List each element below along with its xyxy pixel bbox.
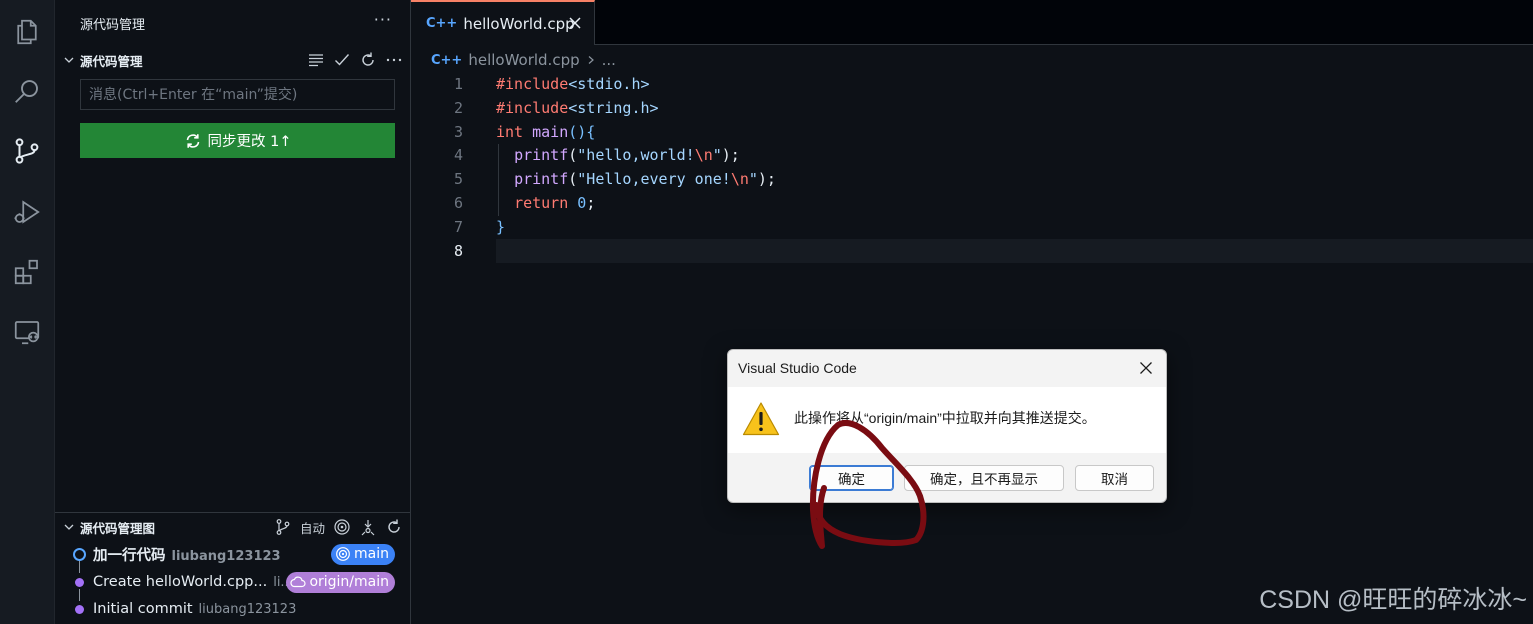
line-number: 3 [453, 123, 463, 141]
line-number: 2 [453, 99, 463, 117]
line-number: 8 [453, 242, 463, 260]
view-as-list-icon[interactable] [307, 51, 325, 69]
cancel-button[interactable]: 取消 [1075, 465, 1154, 491]
confirm-dialog: Visual Studio Code 此操作将从“origin/main”中拉取… [727, 349, 1167, 503]
graph-commit-row[interactable]: Create helloWorld.cpp... li... origin/mai… [55, 569, 411, 595]
code-line[interactable]: 3 int main(){ [411, 120, 1533, 144]
sync-changes-button[interactable]: 同步更改 1↑ [80, 123, 395, 158]
editor-area: C++ helloWorld.cpp C++ helloWorld.cpp ..… [411, 0, 1533, 624]
code-text: #include<string.h> [496, 99, 659, 117]
activity-bar [0, 0, 55, 624]
code-text: } [496, 218, 506, 236]
scm-section-label: 源代码管理 [80, 53, 143, 69]
extensions-icon[interactable] [9, 254, 45, 290]
commit-message: 加一行代码 liubang123123 [93, 547, 281, 564]
refresh-icon[interactable] [385, 518, 403, 536]
cloud-icon [290, 576, 306, 588]
chevron-right-icon [588, 56, 594, 64]
sidebar-title: 源代码管理 [80, 18, 146, 33]
graph-commit-row[interactable]: 加一行代码 liubang123123 main [55, 541, 411, 567]
target-icon[interactable] [333, 518, 351, 536]
chevron-down-icon [64, 524, 74, 530]
cpp-file-icon: C++ [426, 16, 458, 31]
code-line[interactable]: 1 #include<stdio.h> [411, 72, 1533, 96]
graph-section-label: 源代码管理图 [80, 520, 156, 536]
branch-badge: main [331, 543, 395, 565]
refresh-icon[interactable] [359, 51, 377, 69]
tab-helloworld-cpp[interactable]: C++ helloWorld.cpp [411, 0, 595, 45]
sync-button-label: 同步更改 1↑ [207, 134, 292, 150]
line-number: 1 [453, 75, 463, 93]
graph-commit-row[interactable]: Initial commit liubang123123 [55, 596, 411, 622]
csdn-watermark: CSDN @旺旺的碎冰冰~ [1259, 586, 1527, 614]
search-icon[interactable] [9, 73, 45, 109]
chevron-down-icon [64, 57, 74, 63]
code-text: #include<stdio.h> [496, 75, 650, 93]
code-text: int main(){ [496, 123, 596, 141]
commit-dot [75, 604, 84, 614]
code-line[interactable]: 6 return 0; [411, 191, 1533, 215]
warning-icon [742, 402, 780, 436]
dialog-body: 此操作将从“origin/main”中拉取并向其推送提交。 [728, 387, 1166, 453]
code-text: printf("hello,world!\n"); [514, 146, 740, 164]
commit-dot [75, 577, 84, 587]
remote-explorer-icon[interactable] [9, 314, 45, 350]
more-actions-icon[interactable]: ··· [374, 10, 392, 29]
tab-label: helloWorld.cpp [463, 14, 575, 33]
dialog-title: Visual Studio Code [738, 360, 857, 376]
remote-branch-badge: origin/main [286, 571, 395, 593]
graph-section-header[interactable]: 源代码管理图 自动 [55, 515, 411, 539]
code-line[interactable]: 5 printf("Hello,every one!\n"); [411, 167, 1533, 191]
source-control-sidebar: 源代码管理 ··· 源代码管理 同步更改 1↑ 源代码管理图 自动 [55, 0, 411, 624]
close-icon[interactable] [1138, 360, 1154, 376]
line-number: 7 [453, 218, 463, 236]
more-actions-icon[interactable] [385, 51, 403, 69]
breadcrumb-more[interactable]: ... [602, 51, 616, 69]
target-icon [336, 547, 350, 561]
auto-label[interactable]: 自动 [300, 518, 325, 537]
ok-dont-show-again-button[interactable]: 确定，且不再显示 [904, 465, 1064, 491]
sync-icon [186, 133, 199, 148]
commit-check-icon[interactable] [333, 51, 351, 69]
branch-icon[interactable] [274, 518, 292, 536]
code-text: return 0; [514, 194, 596, 212]
code-line[interactable]: 7 } [411, 215, 1533, 239]
commit-dot [73, 547, 86, 561]
commit-author: liubang123123 [171, 548, 281, 564]
close-icon[interactable] [566, 14, 584, 32]
code-line[interactable]: 4 printf("hello,world!\n"); [411, 143, 1533, 167]
scm-section-header[interactable]: 源代码管理 [55, 48, 411, 72]
ok-button[interactable]: 确定 [809, 465, 894, 491]
source-control-graph: 源代码管理图 自动 加一行代码 liubang123123 main Create… [55, 512, 411, 624]
code-line[interactable]: 2 #include<string.h> [411, 96, 1533, 120]
line-number: 5 [453, 170, 463, 188]
line-number: 6 [453, 194, 463, 212]
fetch-icon[interactable] [359, 518, 377, 536]
explorer-icon[interactable] [9, 14, 45, 50]
commit-message: Create helloWorld.cpp... li... [93, 574, 293, 590]
breadcrumb: C++ helloWorld.cpp ... [431, 49, 616, 71]
code-line[interactable]: 8 [411, 239, 1533, 263]
tab-bar: C++ helloWorld.cpp [411, 0, 1533, 45]
dialog-message: 此操作将从“origin/main”中拉取并向其推送提交。 [794, 410, 1096, 426]
cpp-file-icon: C++ [431, 52, 463, 68]
breadcrumb-file[interactable]: helloWorld.cpp [468, 51, 579, 69]
commit-message: Initial commit liubang123123 [93, 601, 297, 617]
line-number: 4 [453, 146, 463, 164]
source-control-icon[interactable] [9, 133, 45, 169]
run-debug-icon[interactable] [9, 194, 45, 230]
commit-author: liubang123123 [198, 602, 297, 617]
commit-message-input[interactable] [80, 79, 395, 110]
code-text: printf("Hello,every one!\n"); [514, 170, 776, 188]
